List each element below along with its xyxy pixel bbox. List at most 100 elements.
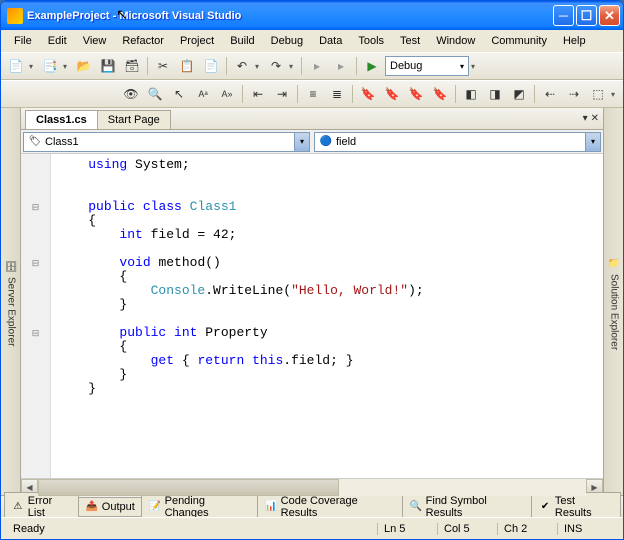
menu-test[interactable]: Test	[393, 33, 427, 49]
open-button[interactable]: 📂	[73, 55, 95, 77]
menu-debug[interactable]: Debug	[264, 33, 310, 49]
text-style-icon[interactable]: A»	[216, 83, 238, 105]
document-tabs: Class1.cs Start Page ▾ ✕	[21, 108, 603, 130]
paste-button[interactable]: 📄	[200, 55, 222, 77]
btab-icon: 📤	[85, 500, 99, 514]
menu-data[interactable]: Data	[312, 33, 349, 49]
dropdown-icon[interactable]: ▾	[63, 62, 71, 71]
bookmark-prev-button[interactable]: 🔖	[381, 83, 403, 105]
start-debug-button[interactable]: ▶	[361, 55, 383, 77]
fold-toggle	[21, 298, 50, 312]
pointer-icon[interactable]: ↖	[168, 83, 190, 105]
side-label: Solution Explorer	[609, 274, 620, 350]
fold-toggle	[21, 228, 50, 242]
redo-button[interactable]: ↷	[265, 55, 287, 77]
sidetab-solution-explorer[interactable]: 📁Solution Explorer	[605, 253, 623, 354]
menu-view[interactable]: View	[76, 33, 114, 49]
indent-less-button[interactable]: ⇤	[247, 83, 269, 105]
tab-startpage[interactable]: Start Page	[97, 110, 171, 129]
fold-toggle	[21, 186, 50, 200]
config-value: Debug	[390, 60, 422, 72]
tab-menu-icon[interactable]: ▾	[583, 113, 588, 124]
h-scrollbar[interactable]: ◀ ▶	[21, 478, 603, 495]
copy-button[interactable]: 📋	[176, 55, 198, 77]
bottom-tabs: ⚠Error List📤Output📝Pending Changes📊Code …	[1, 495, 623, 517]
dropdown-icon[interactable]: ▾	[289, 62, 297, 71]
cut-button[interactable]: ✂	[152, 55, 174, 77]
comment-button[interactable]: ≡	[302, 83, 324, 105]
save-all-button[interactable]: 🗃	[121, 55, 143, 77]
save-button[interactable]: 💾	[97, 55, 119, 77]
btab-icon: ✔	[538, 500, 552, 514]
menu-build[interactable]: Build	[223, 33, 261, 49]
btab-output[interactable]: 📤Output	[78, 497, 142, 517]
close-button[interactable]: ✕	[599, 5, 620, 26]
nav-fwd-button[interactable]: ▸	[330, 55, 352, 77]
code-content[interactable]: using System; public class Class1 { int …	[51, 154, 603, 478]
chevron-down-icon: ▾	[460, 62, 464, 71]
separator	[242, 85, 243, 103]
toggle2-button[interactable]: ◨	[484, 83, 506, 105]
fold-toggle[interactable]: ⊟	[21, 326, 50, 340]
dropdown-icon[interactable]: ▾	[611, 90, 619, 99]
minimize-button[interactable]: ─	[553, 5, 574, 26]
fold-toggle	[21, 382, 50, 396]
indent-button[interactable]: ⇢	[563, 83, 585, 105]
app-icon	[7, 8, 23, 24]
scroll-track[interactable]	[38, 479, 586, 496]
menu-file[interactable]: File	[7, 33, 39, 49]
menu-edit[interactable]: Edit	[41, 33, 74, 49]
tab-close-icon[interactable]: ✕	[591, 113, 599, 124]
dropdown-icon[interactable]: ▾	[29, 62, 37, 71]
bookmark-button[interactable]: 🔖	[357, 83, 379, 105]
outdent-button[interactable]: ⇠	[539, 83, 561, 105]
nav-back-button[interactable]: ▸	[306, 55, 328, 77]
bookmark-next-button[interactable]: 🔖	[405, 83, 427, 105]
separator	[534, 85, 535, 103]
find-icon[interactable]: 🔍	[144, 83, 166, 105]
maximize-button[interactable]: ☐	[576, 5, 597, 26]
fold-toggle[interactable]: ⊟	[21, 200, 50, 214]
member-name: field	[336, 136, 356, 148]
member-select[interactable]: 🔵 field ▾	[314, 132, 601, 152]
view-icon[interactable]: 👁	[120, 83, 142, 105]
menu-refactor[interactable]: Refactor	[115, 33, 171, 49]
sidetab-server-explorer[interactable]: 🗄Server Explorer	[2, 256, 20, 350]
fold-toggle[interactable]: ⊟	[21, 256, 50, 270]
add-item-button[interactable]: 📑	[39, 55, 61, 77]
indent-more-button[interactable]: ⇥	[271, 83, 293, 105]
btab-label: Pending Changes	[165, 495, 251, 519]
text-size-icon[interactable]: Aᵃ	[192, 83, 214, 105]
bookmark-clear-button[interactable]: 🔖	[429, 83, 451, 105]
code-editor[interactable]: ⊟ ⊟ ⊟ using System; public class Class1 { …	[21, 154, 603, 478]
toggle3-button[interactable]: ◩	[508, 83, 530, 105]
fold-gutter[interactable]: ⊟ ⊟ ⊟	[21, 154, 51, 478]
field-icon: 🔵	[319, 135, 333, 149]
main-area: 🗄Server Explorer🧰Toolbox Class1.cs Start…	[1, 108, 623, 495]
class-select[interactable]: 🏷 Class1 ▾	[23, 132, 310, 152]
config-select[interactable]: Debug ▾	[385, 56, 469, 76]
btab-label: Error List	[28, 495, 72, 519]
menu-community[interactable]: Community	[484, 33, 554, 49]
menu-project[interactable]: Project	[173, 33, 221, 49]
dropdown-icon[interactable]: ▾	[255, 62, 263, 71]
nav-row: 🏷 Class1 ▾ 🔵 field ▾	[21, 130, 603, 154]
new-project-button[interactable]: 📄	[5, 55, 27, 77]
dropdown-icon[interactable]: ▾	[471, 62, 479, 71]
titlebar[interactable]: ExampleProject - Microsoft Visual Studio…	[1, 1, 623, 30]
class-icon: 🏷	[28, 135, 42, 149]
undo-button[interactable]: ↶	[231, 55, 253, 77]
toggle1-button[interactable]: ◧	[460, 83, 482, 105]
tab-class1[interactable]: Class1.cs	[25, 110, 98, 129]
editor-pane: Class1.cs Start Page ▾ ✕ 🏷 Class1 ▾ 🔵 fi…	[21, 108, 603, 495]
format-button[interactable]: ⬚	[587, 83, 609, 105]
uncomment-button[interactable]: ≣	[326, 83, 348, 105]
scroll-thumb[interactable]	[38, 479, 339, 496]
menu-window[interactable]: Window	[429, 33, 482, 49]
fold-toggle	[21, 312, 50, 326]
separator	[147, 57, 148, 75]
separator	[356, 57, 357, 75]
menu-help[interactable]: Help	[556, 33, 593, 49]
menu-tools[interactable]: Tools	[351, 33, 391, 49]
status-ins: INS	[557, 523, 617, 535]
